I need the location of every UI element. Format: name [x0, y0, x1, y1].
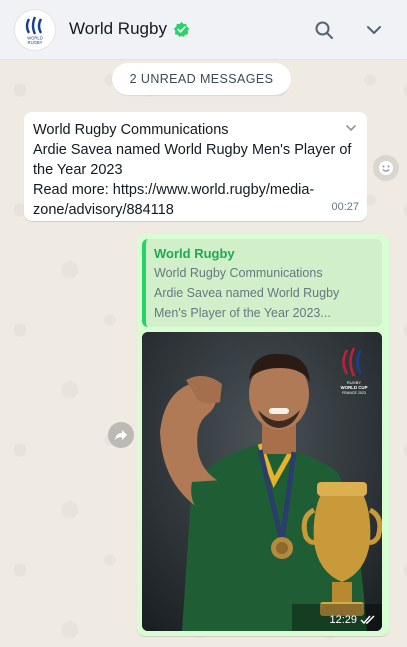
message-link-line[interactable]: Read more: https://www.world.rugby/media…: [33, 180, 358, 200]
world-rugby-logo-icon: WORLD RUGBY: [25, 16, 43, 45]
chat-area[interactable]: 2 UNREAD MESSAGES World Rugby Communicat…: [0, 60, 407, 647]
forward-arrow-icon: [115, 430, 127, 440]
unread-messages-badge: 2 UNREAD MESSAGES: [112, 63, 291, 95]
chevron-down-icon: [367, 26, 381, 34]
outgoing-message-bubble[interactable]: World Rugby World Rugby Communications A…: [137, 234, 389, 636]
quote-author: World Rugby: [154, 246, 235, 261]
contact-name: World Rugby: [69, 19, 167, 38]
avatar-text-bottom: RUGBY: [28, 40, 43, 45]
contact-avatar[interactable]: WORLD RUGBY: [14, 9, 56, 51]
quote-line: Men's Player of the Year 2023...: [154, 306, 331, 320]
quoted-message[interactable]: World Rugby World Rugby Communications A…: [142, 239, 382, 327]
search-icon: [315, 21, 333, 39]
rwc-logo-text-bottom: FRANCE 2023: [342, 391, 366, 395]
smiley-icon: [379, 161, 393, 175]
player-photo-image: RUGBY WORLD CUP FRANCE 2023: [142, 332, 382, 631]
message-menu-chevron[interactable]: [345, 120, 357, 140]
message-line: World Rugby Communications: [33, 122, 229, 138]
message-line: Ardie Savea named World Rugby Men's Play…: [33, 142, 352, 158]
message-photo[interactable]: RUGBY WORLD CUP FRANCE 2023 12:29: [142, 332, 382, 631]
chevron-down-icon: [346, 125, 356, 132]
message-time: 12:29: [329, 614, 357, 626]
quote-line: Ardie Savea named World Rugby: [154, 286, 340, 300]
contact-title[interactable]: World Rugby: [69, 19, 190, 39]
reaction-button[interactable]: [373, 155, 399, 181]
rwc-logo-text-mid: WORLD CUP: [340, 385, 367, 390]
menu-button[interactable]: [362, 18, 386, 42]
verified-check-icon: [173, 21, 190, 37]
quote-line: World Rugby Communications: [154, 266, 323, 280]
chat-header: WORLD RUGBY World Rugby: [0, 0, 407, 60]
message-link-line[interactable]: zone/advisory/884118: [33, 200, 358, 220]
forward-button[interactable]: [108, 422, 134, 448]
search-button[interactable]: [312, 18, 336, 42]
message-line: the Year 2023: [33, 162, 123, 178]
double-check-icon: [360, 615, 375, 625]
message-time: 00:27: [331, 201, 359, 213]
message-time-overlay: 12:29: [329, 614, 376, 626]
incoming-message-bubble[interactable]: World Rugby Communications Ardie Savea n…: [24, 112, 367, 221]
